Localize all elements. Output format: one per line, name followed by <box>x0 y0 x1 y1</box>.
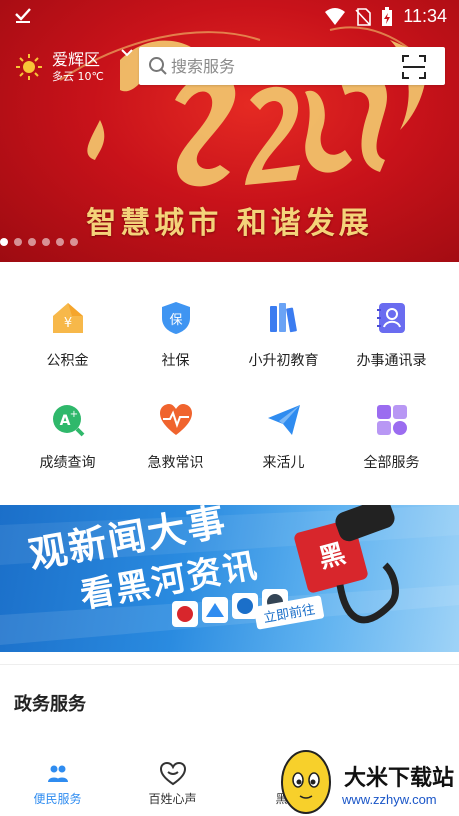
heartbeat-icon <box>159 404 192 435</box>
status-bar: 11:34 <box>0 0 459 34</box>
service-label: 全部服务 <box>363 455 420 471</box>
service-education[interactable]: 小升初教育 <box>226 300 341 370</box>
grade-search-icon: A + <box>52 405 84 437</box>
service-label: 小升初教育 <box>248 353 319 369</box>
wifi-icon <box>325 7 346 25</box>
scan-icon[interactable] <box>401 54 427 80</box>
service-social-security[interactable]: 保 社保 <box>118 300 233 370</box>
paper-plane-icon <box>267 405 300 435</box>
grid-icon <box>376 405 407 435</box>
district-name: 爱辉区 <box>52 50 101 69</box>
service-label: 社保 <box>161 353 190 369</box>
carousel-indicator <box>0 238 78 246</box>
service-contacts[interactable]: 办事通讯录 <box>334 300 449 370</box>
clock: 11:34 <box>403 6 447 26</box>
service-grade-query[interactable]: A + 成绩查询 <box>10 402 125 472</box>
service-label: 成绩查询 <box>39 455 96 471</box>
service-label: 来活儿 <box>262 455 305 471</box>
carousel-dot[interactable] <box>70 238 78 246</box>
carousel-dot[interactable] <box>28 238 36 246</box>
divider <box>0 664 459 665</box>
section-title: 政务服务 <box>14 694 86 715</box>
watermark: 大米下载站 www.zzhyw.com <box>262 742 459 816</box>
tab-convenience[interactable]: 便民服务 <box>0 758 115 807</box>
service-label: 公积金 <box>46 353 89 369</box>
service-all[interactable]: 全部服务 <box>334 402 449 472</box>
svg-text:保: 保 <box>169 313 182 328</box>
service-label: 办事通讯录 <box>356 353 427 369</box>
watermark-url: www.zzhyw.com <box>342 792 437 807</box>
tab-label: 百姓心声 <box>148 792 197 806</box>
housing-fund-icon: ¥ <box>52 303 83 333</box>
no-sim-icon <box>355 7 372 26</box>
watermark-name: 大米下载站 <box>344 766 455 791</box>
contacts-icon <box>376 303 405 333</box>
chevron-down-icon <box>121 49 133 57</box>
carousel-dot[interactable] <box>42 238 50 246</box>
search-input[interactable] <box>171 54 391 78</box>
service-jobs[interactable]: 来活儿 <box>226 402 341 472</box>
heart-chat-icon <box>159 762 186 786</box>
search-bar[interactable] <box>139 47 445 85</box>
egg-mascot-logo <box>281 750 331 814</box>
battery-charging-icon <box>382 6 393 26</box>
books-icon <box>269 303 297 333</box>
tab-public-voice[interactable]: 百姓心声 <box>115 758 230 807</box>
banner-slogan: 智慧城市 和谐发展 <box>86 206 373 241</box>
people-icon <box>47 765 68 782</box>
svg-text:+: + <box>69 409 77 420</box>
service-first-aid[interactable]: 急救常识 <box>118 402 233 472</box>
news-ad-banner[interactable]: 黑 观新闻大事 看黑河资讯 立即前往 <box>0 505 459 652</box>
service-housing-fund[interactable]: ¥ 公积金 <box>10 300 125 370</box>
weather-text: 多云 10℃ <box>52 70 104 83</box>
sun-cloud-icon <box>16 54 42 80</box>
search-icon <box>149 57 167 75</box>
carousel-dot[interactable] <box>56 238 64 246</box>
shield-icon: 保 <box>161 302 190 334</box>
hero-banner[interactable]: 智慧城市 和谐发展 <box>0 0 459 262</box>
carousel-dot[interactable] <box>14 238 22 246</box>
carousel-dot[interactable] <box>0 238 8 246</box>
tab-label: 便民服务 <box>33 792 82 806</box>
service-label: 急救常识 <box>147 455 204 471</box>
check-icon <box>15 8 31 23</box>
svg-text:¥: ¥ <box>63 316 71 331</box>
